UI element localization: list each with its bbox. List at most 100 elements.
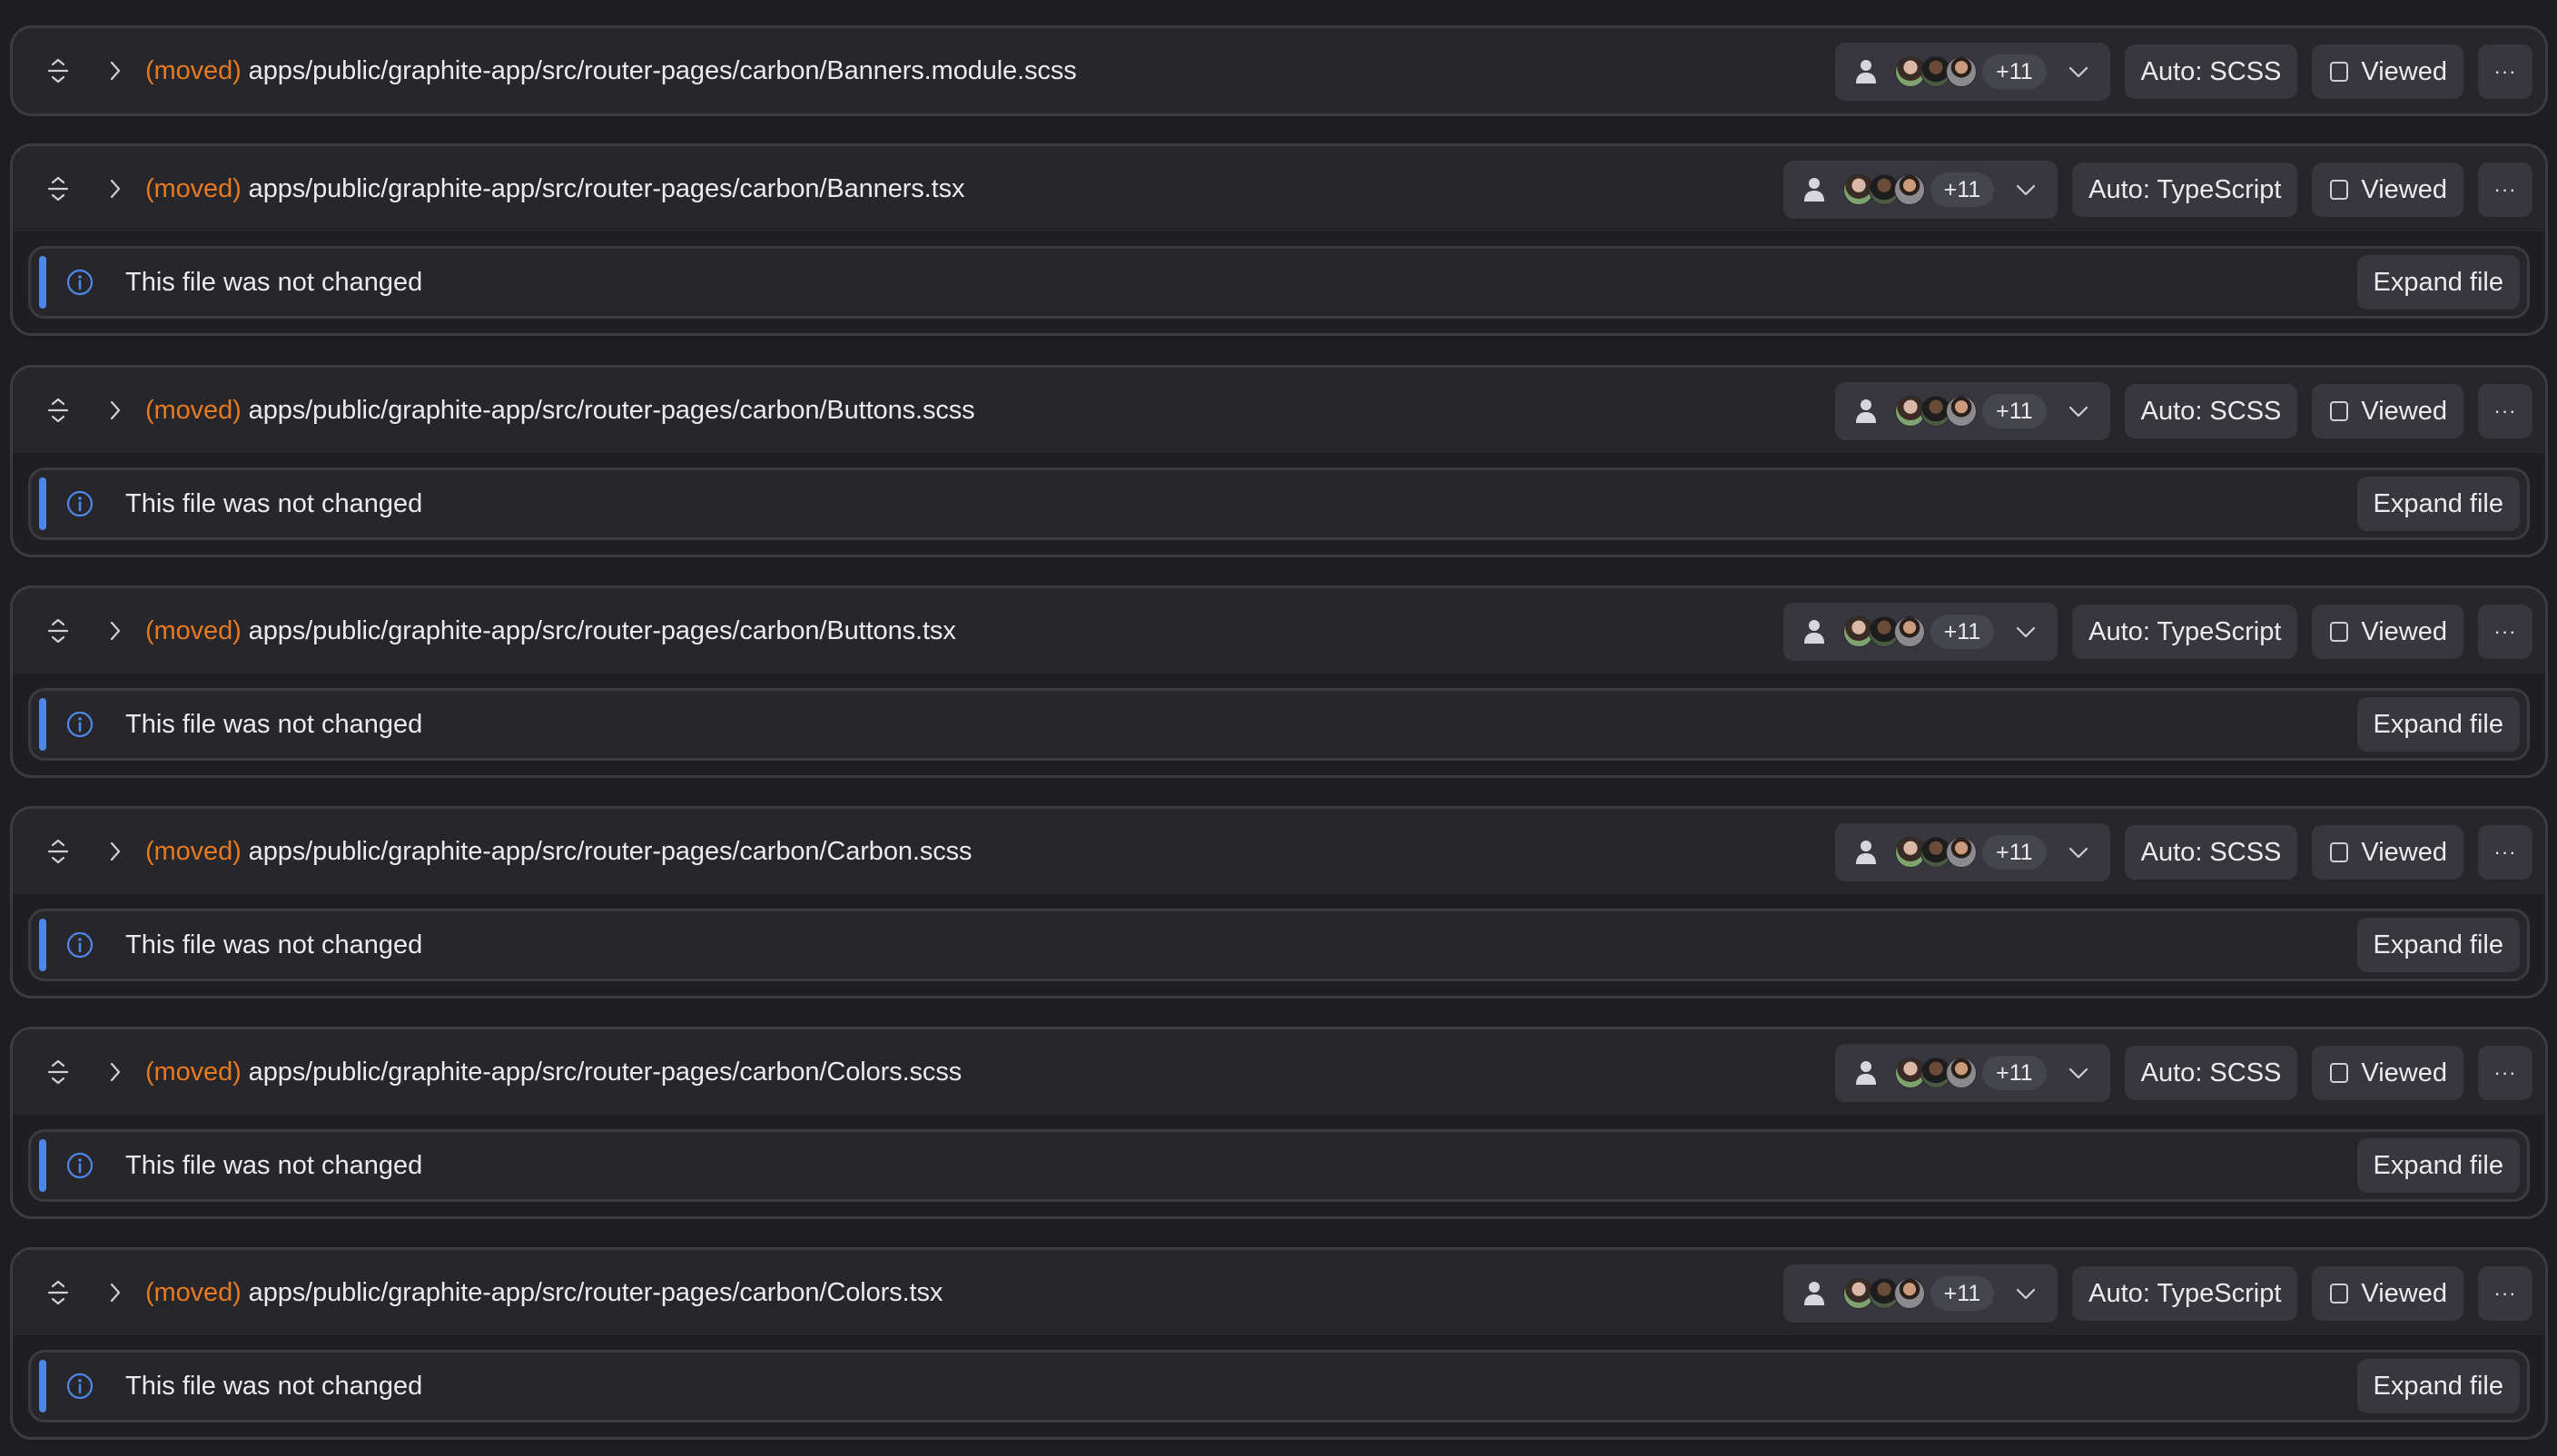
file-header[interactable]: (moved) apps/public/graphite-app/src/rout… bbox=[13, 1250, 2545, 1335]
ellipsis-icon: ··· bbox=[2493, 399, 2517, 422]
file-header[interactable]: (moved) apps/public/graphite-app/src/rout… bbox=[13, 368, 2545, 453]
person-icon bbox=[1855, 59, 1877, 84]
viewed-toggle-button[interactable]: Viewed bbox=[2312, 605, 2463, 659]
unchanged-file-notice: This file was not changed Expand file bbox=[28, 688, 2530, 761]
chevron-right-icon[interactable] bbox=[99, 1054, 132, 1090]
reviewers-button[interactable]: +11 bbox=[1835, 382, 2110, 440]
viewed-checkbox[interactable] bbox=[2330, 1063, 2349, 1083]
more-options-button[interactable]: ··· bbox=[2478, 384, 2532, 438]
file-header[interactable]: (moved) apps/public/graphite-app/src/rout… bbox=[13, 809, 2545, 894]
notice-accent-bar bbox=[39, 1360, 46, 1412]
expand-file-button[interactable]: Expand file bbox=[2356, 1138, 2520, 1193]
viewed-toggle-button[interactable]: Viewed bbox=[2312, 825, 2463, 880]
viewed-checkbox[interactable] bbox=[2330, 842, 2349, 862]
more-options-button[interactable]: ··· bbox=[2478, 1266, 2532, 1321]
expand-collapse-icon[interactable] bbox=[40, 392, 76, 428]
chevron-right-icon[interactable] bbox=[99, 613, 132, 649]
file-path[interactable]: (moved) apps/public/graphite-app/src/rout… bbox=[145, 837, 972, 867]
file-path[interactable]: (moved) apps/public/graphite-app/src/rout… bbox=[145, 396, 975, 426]
viewed-checkbox[interactable] bbox=[2330, 62, 2349, 82]
viewed-checkbox[interactable] bbox=[2330, 622, 2349, 642]
person-icon bbox=[1855, 1060, 1877, 1086]
file-path-text: apps/public/graphite-app/src/router-page… bbox=[248, 836, 972, 866]
chevron-right-icon[interactable] bbox=[99, 171, 132, 207]
expand-collapse-icon[interactable] bbox=[40, 171, 76, 207]
chevron-down-icon bbox=[2067, 841, 2090, 864]
file-header[interactable]: (moved) apps/public/graphite-app/src/rout… bbox=[13, 588, 2545, 674]
language-selector-button[interactable]: Auto: SCSS bbox=[2124, 825, 2298, 880]
more-options-button[interactable]: ··· bbox=[2478, 605, 2532, 659]
person-icon bbox=[1803, 177, 1825, 202]
file-controls: +11 Auto: TypeScript Viewed ··· bbox=[1782, 161, 2532, 219]
file-path-text: apps/public/graphite-app/src/router-page… bbox=[248, 615, 956, 645]
language-selector-button[interactable]: Auto: SCSS bbox=[2124, 44, 2298, 99]
file-header[interactable]: (moved) apps/public/graphite-app/src/rout… bbox=[13, 28, 2545, 113]
file-header[interactable]: (moved) apps/public/graphite-app/src/rout… bbox=[13, 146, 2545, 231]
reviewers-button[interactable]: +11 bbox=[1782, 603, 2058, 661]
expand-file-button[interactable]: Expand file bbox=[2356, 477, 2520, 531]
file-diff-card: (moved) apps/public/graphite-app/src/rout… bbox=[10, 143, 2548, 336]
expand-collapse-icon[interactable] bbox=[40, 833, 76, 870]
reviewer-count-badge: +11 bbox=[1982, 835, 2047, 870]
avatar bbox=[1946, 396, 1978, 427]
viewed-toggle-button[interactable]: Viewed bbox=[2312, 162, 2463, 217]
expand-collapse-icon[interactable] bbox=[40, 613, 76, 649]
viewed-toggle-button[interactable]: Viewed bbox=[2312, 384, 2463, 438]
notice-message: This file was not changed bbox=[125, 1150, 423, 1180]
file-header[interactable]: (moved) apps/public/graphite-app/src/rout… bbox=[13, 1029, 2545, 1115]
language-selector-button[interactable]: Auto: TypeScript bbox=[2072, 1266, 2298, 1321]
expand-collapse-icon[interactable] bbox=[40, 1274, 76, 1311]
expand-file-button[interactable]: Expand file bbox=[2356, 1359, 2520, 1413]
file-path[interactable]: (moved) apps/public/graphite-app/src/rout… bbox=[145, 1278, 943, 1308]
file-diff-card: (moved) apps/public/graphite-app/src/rout… bbox=[10, 365, 2548, 557]
moved-label: (moved) bbox=[145, 173, 242, 203]
file-path[interactable]: (moved) apps/public/graphite-app/src/rout… bbox=[145, 56, 1077, 86]
chevron-right-icon[interactable] bbox=[99, 1274, 132, 1311]
more-options-button[interactable]: ··· bbox=[2478, 162, 2532, 217]
reviewers-button[interactable]: +11 bbox=[1835, 1044, 2110, 1102]
chevron-right-icon[interactable] bbox=[99, 833, 132, 870]
language-selector-button[interactable]: Auto: TypeScript bbox=[2072, 605, 2298, 659]
ellipsis-icon: ··· bbox=[2493, 60, 2517, 83]
chevron-down-icon bbox=[2067, 1061, 2090, 1085]
notice-accent-bar bbox=[39, 1139, 46, 1192]
reviewers-button[interactable]: +11 bbox=[1835, 43, 2110, 101]
viewed-checkbox[interactable] bbox=[2330, 1284, 2349, 1304]
file-path-text: apps/public/graphite-app/src/router-page… bbox=[248, 1057, 963, 1087]
viewed-checkbox[interactable] bbox=[2330, 401, 2349, 421]
viewed-toggle-button[interactable]: Viewed bbox=[2312, 1266, 2463, 1321]
avatar bbox=[1893, 616, 1925, 647]
file-path[interactable]: (moved) apps/public/graphite-app/src/rout… bbox=[145, 173, 965, 204]
reviewers-button[interactable]: +11 bbox=[1782, 1264, 2058, 1323]
viewed-checkbox[interactable] bbox=[2330, 180, 2349, 200]
moved-label: (moved) bbox=[145, 55, 242, 85]
file-path[interactable]: (moved) apps/public/graphite-app/src/rout… bbox=[145, 1058, 962, 1087]
more-options-button[interactable]: ··· bbox=[2478, 1046, 2532, 1100]
moved-label: (moved) bbox=[145, 1277, 242, 1307]
viewed-toggle-button[interactable]: Viewed bbox=[2312, 1046, 2463, 1100]
file-controls: +11 Auto: SCSS Viewed ··· bbox=[1835, 823, 2532, 881]
expand-collapse-icon[interactable] bbox=[40, 53, 76, 89]
file-path-text: apps/public/graphite-app/src/router-page… bbox=[248, 55, 1077, 85]
info-icon bbox=[66, 711, 94, 738]
file-path[interactable]: (moved) apps/public/graphite-app/src/rout… bbox=[145, 616, 956, 646]
reviewers-button[interactable]: +11 bbox=[1835, 823, 2110, 881]
viewed-label: Viewed bbox=[2361, 396, 2447, 426]
chevron-right-icon[interactable] bbox=[99, 392, 132, 428]
file-controls: +11 Auto: SCSS Viewed ··· bbox=[1835, 1044, 2532, 1102]
expand-collapse-icon[interactable] bbox=[40, 1054, 76, 1090]
viewed-toggle-button[interactable]: Viewed bbox=[2312, 44, 2463, 99]
unchanged-file-notice: This file was not changed Expand file bbox=[28, 467, 2530, 540]
reviewers-button[interactable]: +11 bbox=[1782, 161, 2058, 219]
more-options-button[interactable]: ··· bbox=[2478, 44, 2532, 99]
expand-file-button[interactable]: Expand file bbox=[2356, 697, 2520, 752]
language-selector-button[interactable]: Auto: SCSS bbox=[2124, 1046, 2298, 1100]
moved-label: (moved) bbox=[145, 395, 242, 425]
more-options-button[interactable]: ··· bbox=[2478, 825, 2532, 880]
language-selector-button[interactable]: Auto: TypeScript bbox=[2072, 162, 2298, 217]
person-icon bbox=[1803, 1281, 1825, 1306]
expand-file-button[interactable]: Expand file bbox=[2356, 918, 2520, 972]
language-selector-button[interactable]: Auto: SCSS bbox=[2124, 384, 2298, 438]
expand-file-button[interactable]: Expand file bbox=[2356, 255, 2520, 310]
chevron-right-icon[interactable] bbox=[99, 53, 132, 89]
